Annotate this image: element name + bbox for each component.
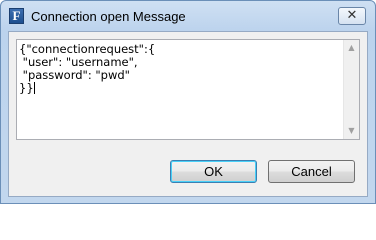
app-icon: F [9,8,24,24]
dialog-body: {"connectionrequest":{ "user": "username… [8,31,368,197]
dialog-window: F Connection open Message ✕ {"connection… [0,0,376,204]
scroll-up-arrow-icon[interactable]: ▲ [344,40,359,56]
message-line: "password": "pwd" [19,68,130,82]
message-line: }} [19,81,34,95]
ok-button[interactable]: OK [170,160,257,183]
message-text: {"connectionrequest":{ "user": "username… [19,43,339,95]
cancel-button[interactable]: Cancel [268,160,355,183]
window-title: Connection open Message [31,9,186,24]
close-button[interactable]: ✕ [338,7,366,25]
title-bar[interactable]: F Connection open Message ✕ [1,1,375,31]
message-line: {"connectionrequest":{ [19,42,156,56]
text-caret [33,82,35,94]
message-textarea[interactable]: {"connectionrequest":{ "user": "username… [16,39,360,140]
scroll-down-arrow-icon[interactable]: ▼ [344,123,359,139]
message-line: "user": "username", [19,55,138,69]
vertical-scrollbar[interactable]: ▲ ▼ [343,40,359,139]
